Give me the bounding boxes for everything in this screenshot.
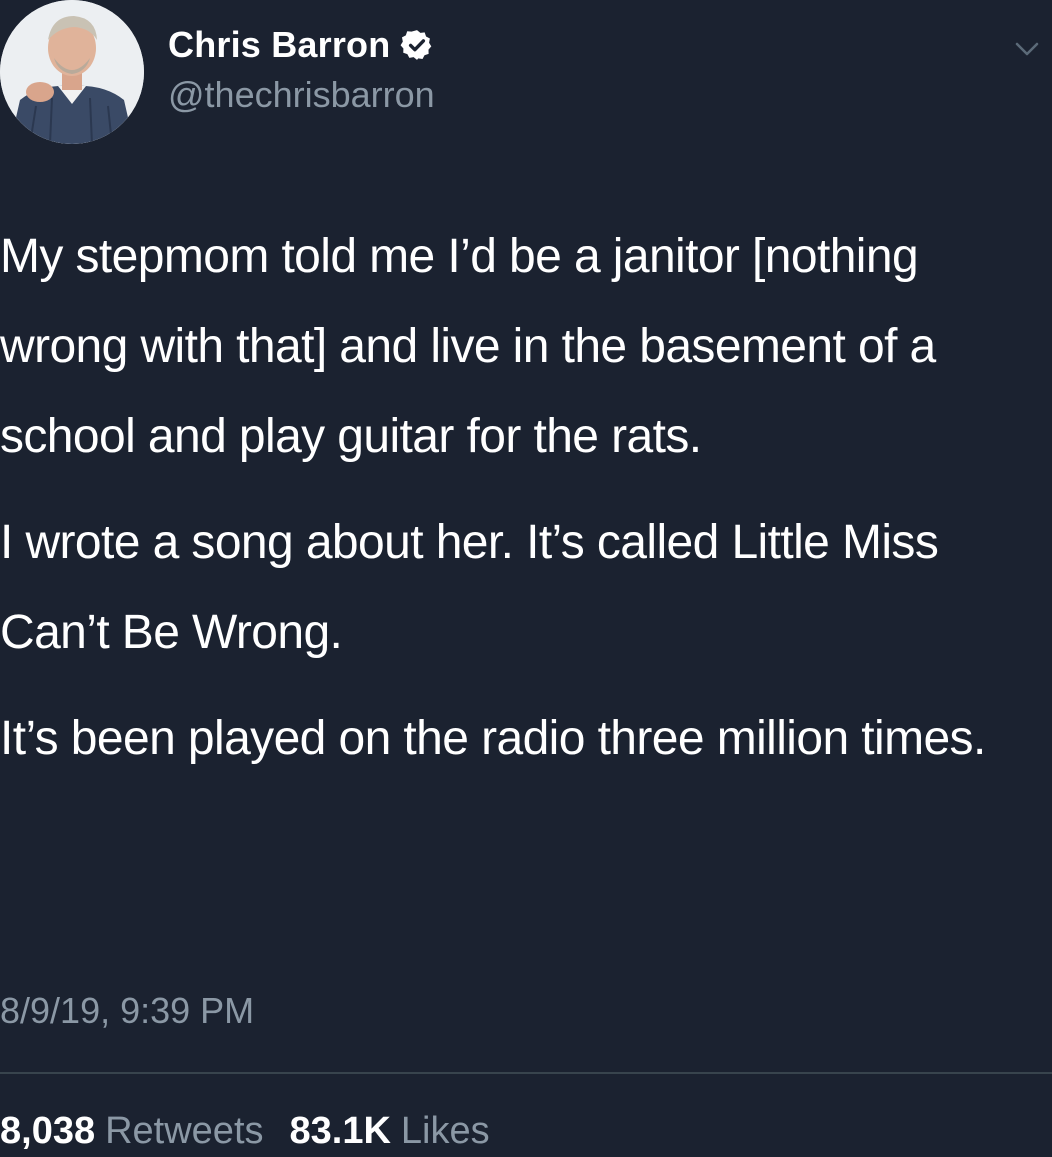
avatar[interactable]	[0, 0, 144, 144]
verified-badge-icon	[400, 28, 434, 62]
author-handle[interactable]: @thechrisbarron	[168, 74, 435, 116]
tweet-paragraph: It’s been played on the radio three mill…	[0, 712, 986, 765]
avatar-photo	[0, 0, 144, 144]
tweet-paragraph: I wrote a song about her. It’s called Li…	[0, 516, 939, 659]
chevron-down-icon[interactable]	[1012, 34, 1042, 64]
tweet-timestamp[interactable]: 8/9/19, 9:39 PM	[0, 990, 254, 1032]
retweets-count: 8,038	[0, 1110, 96, 1152]
likes-stat[interactable]: 83.1K Likes	[290, 1110, 490, 1153]
likes-count: 83.1K	[289, 1110, 391, 1152]
retweets-label: Retweets	[105, 1110, 264, 1152]
author-name-row[interactable]: Chris Barron	[168, 20, 434, 70]
likes-label: Likes	[400, 1110, 490, 1152]
tweet-stats: 8,038 Retweets 83.1K Likes	[0, 1110, 490, 1153]
divider	[0, 1072, 1052, 1074]
author-display-name[interactable]: Chris Barron	[168, 24, 390, 66]
retweets-stat[interactable]: 8,038 Retweets	[0, 1110, 264, 1153]
tweet-paragraph: My stepmom told me I’d be a janitor [not…	[0, 230, 936, 463]
tweet-body: My stepmom told me I’d be a janitor [not…	[0, 212, 1040, 784]
